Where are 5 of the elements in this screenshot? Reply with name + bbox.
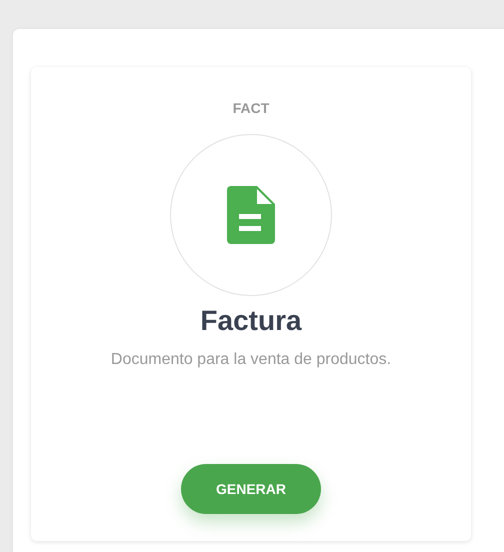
document-code: FACT [232,99,270,117]
generate-button[interactable]: GENERAR [181,464,321,514]
card-title: Factura [200,304,302,338]
document-icon [227,186,275,244]
card-description: Documento para la venta de productos. [110,350,392,370]
